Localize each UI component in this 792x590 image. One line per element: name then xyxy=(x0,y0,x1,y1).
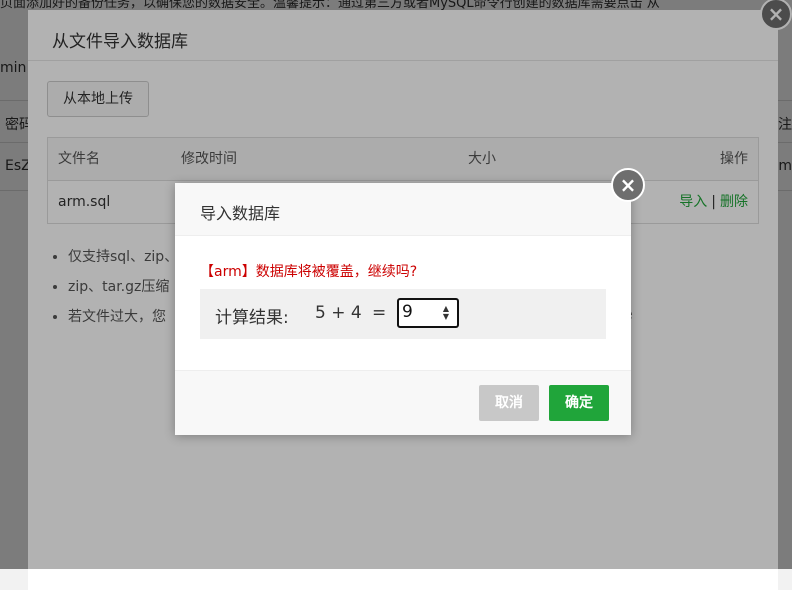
cancel-button[interactable]: 取消 xyxy=(479,385,539,421)
calc-answer-value: 9 xyxy=(402,302,413,322)
dialog-header: 导入数据库 xyxy=(175,183,631,236)
dialog-footer: 取消 确定 xyxy=(175,370,631,435)
chevron-down-icon[interactable]: ▼ xyxy=(441,313,451,321)
captcha-box: 计算结果: 5 + 4 = 9 ▲ ▼ xyxy=(200,289,606,339)
import-database-dialog: 导入数据库 【arm】数据库将被覆盖，继续吗? 计算结果: 5 + 4 = 9 … xyxy=(175,183,631,435)
calc-label: 计算结果: xyxy=(215,308,289,328)
calc-equals: = xyxy=(372,303,387,323)
number-spinner[interactable]: ▲ ▼ xyxy=(441,305,451,321)
close-icon[interactable]: × xyxy=(611,168,645,202)
dialog-title: 导入数据库 xyxy=(200,204,281,223)
confirm-button[interactable]: 确定 xyxy=(549,385,609,421)
calc-expression: 5 + 4 xyxy=(315,303,362,323)
overwrite-warning: 【arm】数据库将被覆盖，继续吗? xyxy=(200,264,418,280)
calc-answer-input[interactable]: 9 ▲ ▼ xyxy=(397,298,459,328)
